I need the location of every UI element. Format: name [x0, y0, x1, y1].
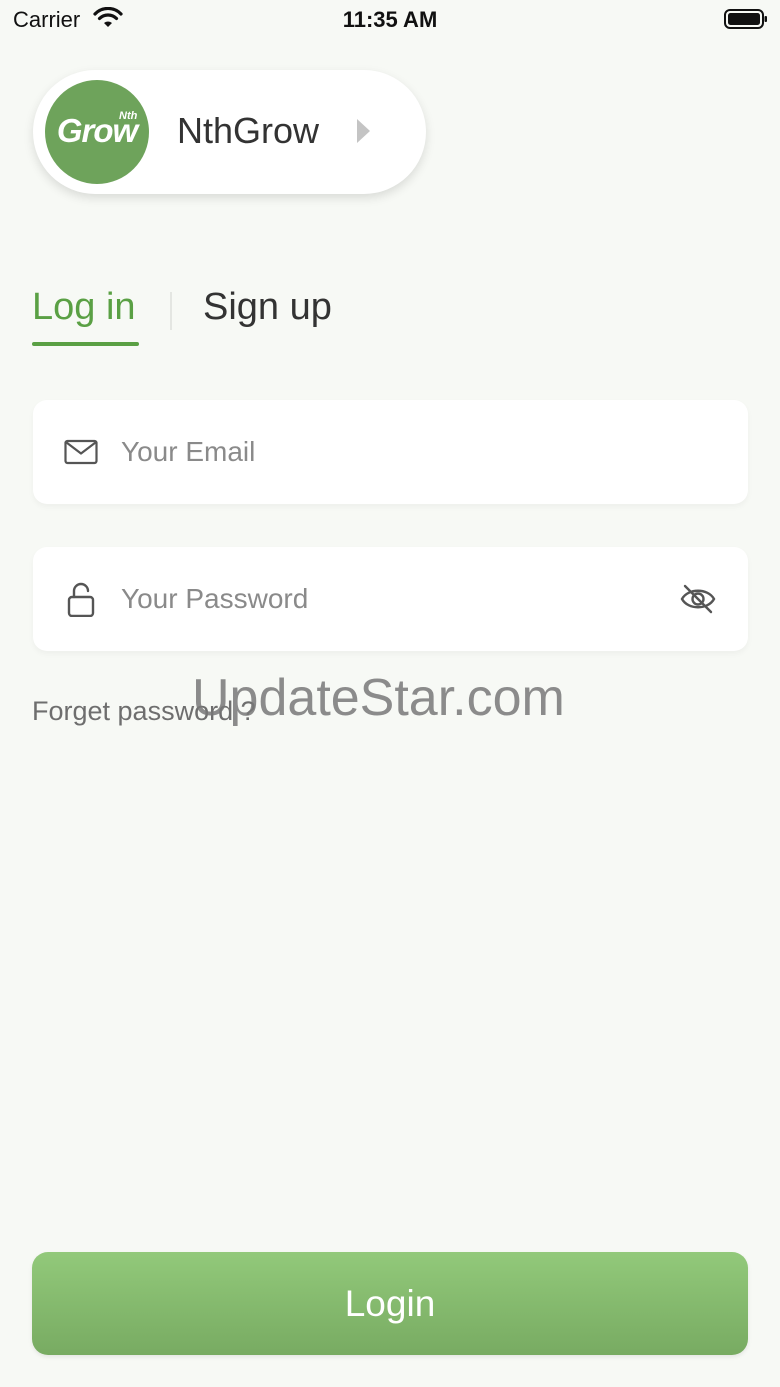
chevron-right-icon — [357, 119, 370, 143]
brand-logo: Nth Grow — [45, 80, 149, 184]
eye-off-icon[interactable] — [679, 582, 717, 616]
brand-selector[interactable]: Nth Grow NthGrow — [33, 70, 426, 194]
tab-login[interactable]: Log in — [32, 286, 139, 346]
envelope-icon — [64, 439, 98, 465]
email-field-container — [33, 400, 748, 504]
clock: 11:35 AM — [342, 7, 438, 32]
password-input[interactable] — [121, 577, 681, 621]
active-tab-indicator — [32, 342, 139, 346]
tab-signup[interactable]: Sign up — [203, 286, 332, 329]
watermark-text: UpdateStar.com — [192, 669, 565, 727]
battery-icon — [724, 9, 767, 29]
password-field-container — [33, 547, 748, 651]
padlock-icon — [67, 582, 95, 617]
tab-signup-label: Sign up — [203, 286, 332, 328]
status-bar: Carrier 11:35 AM — [0, 0, 780, 40]
tab-login-label: Log in — [32, 286, 136, 328]
tab-divider — [170, 292, 172, 330]
login-button-label: Login — [344, 1283, 436, 1324]
brand-logo-text: Grow — [56, 112, 138, 149]
login-button[interactable]: Login — [32, 1252, 748, 1355]
email-input[interactable] — [121, 430, 681, 474]
brand-name: NthGrow — [177, 110, 320, 151]
